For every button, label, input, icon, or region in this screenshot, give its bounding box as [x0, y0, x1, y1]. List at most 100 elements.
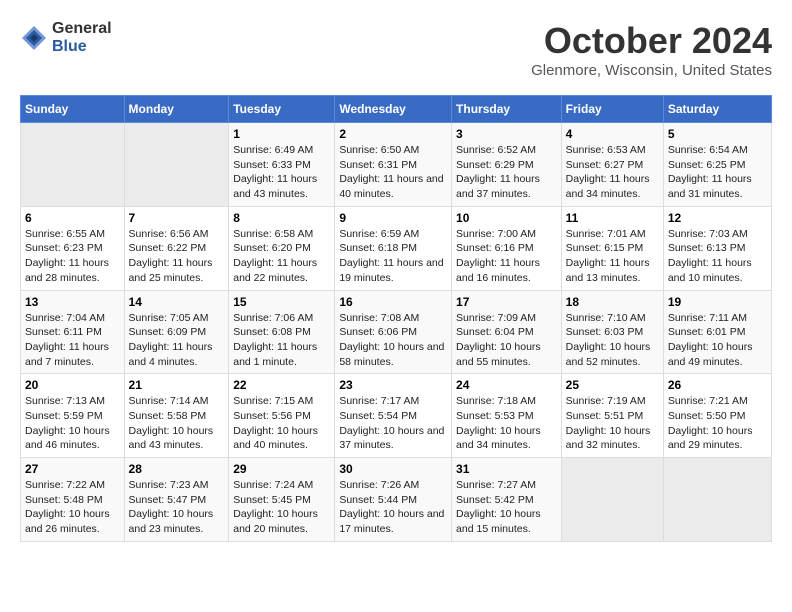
calendar-cell: 31 Sunrise: 7:27 AMSunset: 5:42 PMDayligh… — [452, 458, 562, 542]
logo-general-text: General — [52, 20, 112, 38]
calendar-cell: 10 Sunrise: 7:00 AMSunset: 6:16 PMDayligh… — [452, 206, 562, 290]
weekday-header-wednesday: Wednesday — [335, 96, 452, 123]
day-number: 17 — [456, 295, 557, 309]
calendar-cell: 16Sunrise: 7:08 AMSunset: 6:06 PMDayligh… — [335, 290, 452, 374]
cell-content: Sunrise: 7:14 AMSunset: 5:58 PMDaylight:… — [129, 394, 225, 453]
calendar-cell: 1 Sunrise: 6:49 AMSunset: 6:33 PMDaylight… — [229, 123, 335, 207]
day-number: 3 — [456, 127, 557, 141]
calendar-cell: 20Sunrise: 7:13 AMSunset: 5:59 PMDayligh… — [21, 374, 125, 458]
day-number: 14 — [129, 295, 225, 309]
weekday-header-monday: Monday — [124, 96, 229, 123]
header: General Blue October 2024 Glenmore, Wisc… — [20, 20, 772, 79]
day-number: 24 — [456, 378, 557, 392]
day-number: 5 — [668, 127, 767, 141]
cell-content: Sunrise: 7:04 AMSunset: 6:11 PMDaylight:… — [25, 311, 120, 370]
cell-content: Sunrise: 7:18 AMSunset: 5:53 PMDaylight:… — [456, 394, 557, 453]
calendar-cell: 11 Sunrise: 7:01 AMSunset: 6:15 PMDayligh… — [561, 206, 663, 290]
logo-text: General Blue — [52, 20, 112, 55]
day-number: 2 — [339, 127, 447, 141]
day-number: 26 — [668, 378, 767, 392]
cell-content: Sunrise: 7:00 AMSunset: 6:16 PMDaylight:… — [456, 227, 557, 286]
day-number: 29 — [233, 462, 330, 476]
calendar-cell — [663, 458, 771, 542]
calendar-cell: 4 Sunrise: 6:53 AMSunset: 6:27 PMDaylight… — [561, 123, 663, 207]
month-title: October 2024 — [531, 20, 772, 62]
day-number: 10 — [456, 211, 557, 225]
calendar-table: SundayMondayTuesdayWednesdayThursdayFrid… — [20, 95, 772, 542]
cell-content: Sunrise: 6:49 AMSunset: 6:33 PMDaylight:… — [233, 143, 330, 202]
day-number: 15 — [233, 295, 330, 309]
logo-blue-text: Blue — [52, 38, 112, 56]
cell-content: Sunrise: 6:54 AMSunset: 6:25 PMDaylight:… — [668, 143, 767, 202]
weekday-header-thursday: Thursday — [452, 96, 562, 123]
day-number: 6 — [25, 211, 120, 225]
calendar-cell — [561, 458, 663, 542]
calendar-cell: 21Sunrise: 7:14 AMSunset: 5:58 PMDayligh… — [124, 374, 229, 458]
cell-content: Sunrise: 6:50 AMSunset: 6:31 PMDaylight:… — [339, 143, 447, 202]
calendar-cell: 13 Sunrise: 7:04 AMSunset: 6:11 PMDayligh… — [21, 290, 125, 374]
cell-content: Sunrise: 6:56 AMSunset: 6:22 PMDaylight:… — [129, 227, 225, 286]
cell-content: Sunrise: 7:09 AMSunset: 6:04 PMDaylight:… — [456, 311, 557, 370]
cell-content: Sunrise: 6:53 AMSunset: 6:27 PMDaylight:… — [566, 143, 659, 202]
day-number: 19 — [668, 295, 767, 309]
cell-content: Sunrise: 7:06 AMSunset: 6:08 PMDaylight:… — [233, 311, 330, 370]
weekday-header-friday: Friday — [561, 96, 663, 123]
calendar-cell: 22Sunrise: 7:15 AMSunset: 5:56 PMDayligh… — [229, 374, 335, 458]
cell-content: Sunrise: 6:59 AMSunset: 6:18 PMDaylight:… — [339, 227, 447, 286]
cell-content: Sunrise: 7:03 AMSunset: 6:13 PMDaylight:… — [668, 227, 767, 286]
calendar-cell: 9 Sunrise: 6:59 AMSunset: 6:18 PMDaylight… — [335, 206, 452, 290]
cell-content: Sunrise: 7:05 AMSunset: 6:09 PMDaylight:… — [129, 311, 225, 370]
calendar-week-5: 27Sunrise: 7:22 AMSunset: 5:48 PMDayligh… — [21, 458, 772, 542]
calendar-cell: 12 Sunrise: 7:03 AMSunset: 6:13 PMDayligh… — [663, 206, 771, 290]
calendar-cell: 30Sunrise: 7:26 AMSunset: 5:44 PMDayligh… — [335, 458, 452, 542]
calendar-cell: 6 Sunrise: 6:55 AMSunset: 6:23 PMDaylight… — [21, 206, 125, 290]
day-number: 9 — [339, 211, 447, 225]
calendar-cell: 3Sunrise: 6:52 AMSunset: 6:29 PMDaylight… — [452, 123, 562, 207]
cell-content: Sunrise: 7:15 AMSunset: 5:56 PMDaylight:… — [233, 394, 330, 453]
calendar-week-1: 1 Sunrise: 6:49 AMSunset: 6:33 PMDaylight… — [21, 123, 772, 207]
calendar-cell: 2 Sunrise: 6:50 AMSunset: 6:31 PMDaylight… — [335, 123, 452, 207]
day-number: 25 — [566, 378, 659, 392]
day-number: 30 — [339, 462, 447, 476]
calendar-week-4: 20Sunrise: 7:13 AMSunset: 5:59 PMDayligh… — [21, 374, 772, 458]
calendar-cell: 15 Sunrise: 7:06 AMSunset: 6:08 PMDayligh… — [229, 290, 335, 374]
calendar-cell: 5 Sunrise: 6:54 AMSunset: 6:25 PMDaylight… — [663, 123, 771, 207]
cell-content: Sunrise: 7:01 AMSunset: 6:15 PMDaylight:… — [566, 227, 659, 286]
day-number: 12 — [668, 211, 767, 225]
day-number: 31 — [456, 462, 557, 476]
day-number: 4 — [566, 127, 659, 141]
day-number: 1 — [233, 127, 330, 141]
logo: General Blue — [20, 20, 112, 55]
cell-content: Sunrise: 7:17 AMSunset: 5:54 PMDaylight:… — [339, 394, 447, 453]
cell-content: Sunrise: 6:55 AMSunset: 6:23 PMDaylight:… — [25, 227, 120, 286]
calendar-cell: 29 Sunrise: 7:24 AMSunset: 5:45 PMDayligh… — [229, 458, 335, 542]
title-block: October 2024 Glenmore, Wisconsin, United… — [531, 20, 772, 79]
calendar-header: SundayMondayTuesdayWednesdayThursdayFrid… — [21, 96, 772, 123]
day-number: 27 — [25, 462, 120, 476]
cell-content: Sunrise: 7:24 AMSunset: 5:45 PMDaylight:… — [233, 478, 330, 537]
day-number: 7 — [129, 211, 225, 225]
calendar-cell: 8Sunrise: 6:58 AMSunset: 6:20 PMDaylight… — [229, 206, 335, 290]
day-number: 8 — [233, 211, 330, 225]
logo-icon — [20, 24, 48, 52]
calendar-week-2: 6 Sunrise: 6:55 AMSunset: 6:23 PMDaylight… — [21, 206, 772, 290]
day-number: 23 — [339, 378, 447, 392]
calendar-cell: 26Sunrise: 7:21 AMSunset: 5:50 PMDayligh… — [663, 374, 771, 458]
day-number: 11 — [566, 211, 659, 225]
cell-content: Sunrise: 7:08 AMSunset: 6:06 PMDaylight:… — [339, 311, 447, 370]
weekday-header-sunday: Sunday — [21, 96, 125, 123]
calendar-cell: 19 Sunrise: 7:11 AMSunset: 6:01 PMDayligh… — [663, 290, 771, 374]
day-number: 13 — [25, 295, 120, 309]
day-number: 18 — [566, 295, 659, 309]
cell-content: Sunrise: 7:27 AMSunset: 5:42 PMDaylight:… — [456, 478, 557, 537]
calendar-cell: 18Sunrise: 7:10 AMSunset: 6:03 PMDayligh… — [561, 290, 663, 374]
calendar-cell — [21, 123, 125, 207]
cell-content: Sunrise: 7:11 AMSunset: 6:01 PMDaylight:… — [668, 311, 767, 370]
weekday-header-saturday: Saturday — [663, 96, 771, 123]
day-number: 20 — [25, 378, 120, 392]
calendar-cell: 27Sunrise: 7:22 AMSunset: 5:48 PMDayligh… — [21, 458, 125, 542]
calendar-cell: 17 Sunrise: 7:09 AMSunset: 6:04 PMDayligh… — [452, 290, 562, 374]
cell-content: Sunrise: 7:19 AMSunset: 5:51 PMDaylight:… — [566, 394, 659, 453]
day-number: 28 — [129, 462, 225, 476]
calendar-cell: 23 Sunrise: 7:17 AMSunset: 5:54 PMDayligh… — [335, 374, 452, 458]
